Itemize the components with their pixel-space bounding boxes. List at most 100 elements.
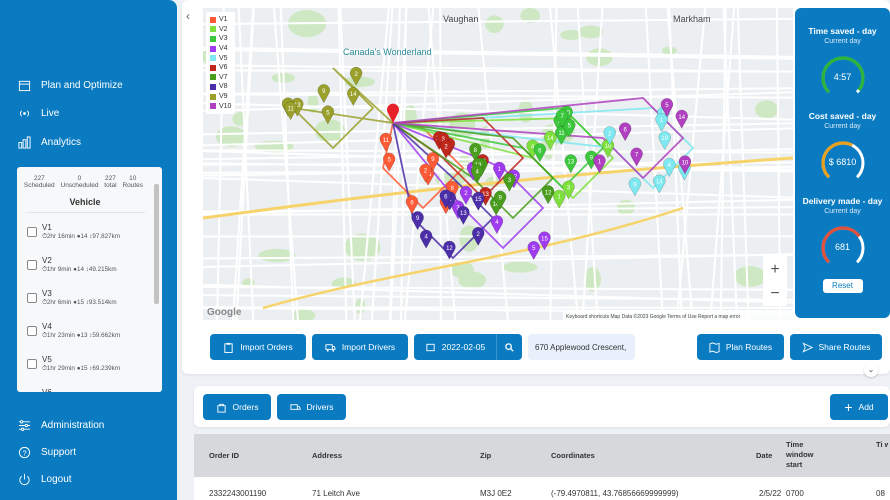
count-label: total bbox=[104, 182, 117, 189]
vehicle-checkbox[interactable] bbox=[27, 326, 37, 336]
pin-label: 11 bbox=[287, 106, 294, 112]
sliders-icon bbox=[18, 420, 31, 431]
nav-analytics[interactable]: Analytics bbox=[18, 136, 81, 149]
map-legend: V1 V2 V3 V4 V5 V6 V7 V8 V9 V10 bbox=[206, 12, 236, 114]
vehicle-distance: 93.514km bbox=[88, 299, 117, 306]
legend-swatch bbox=[210, 26, 216, 33]
drivers-tab[interactable]: Drivers bbox=[277, 394, 346, 420]
nav-plan-and-optimize[interactable]: Plan and Optimize bbox=[18, 79, 123, 92]
pin-label: 13 bbox=[567, 159, 574, 165]
route-map[interactable]: VaughanMarkhamCanada's Wonderland1358291… bbox=[203, 8, 793, 320]
vehicle-stops: 13 bbox=[80, 332, 88, 339]
vehicle-checkbox[interactable] bbox=[27, 293, 37, 303]
park-area bbox=[754, 100, 779, 119]
vehicle-name: V2 bbox=[42, 256, 52, 265]
zoom-out-button[interactable]: − bbox=[770, 285, 779, 302]
vehicle-header: Vehicle bbox=[25, 191, 145, 213]
vehicle-item[interactable]: V2 ⏱1hr 9min ●14 ↕49.215km bbox=[27, 256, 162, 279]
nav-label: Support bbox=[41, 447, 77, 458]
column-header[interactable]: Ti wi en bbox=[876, 440, 888, 450]
add-button[interactable]: + Add bbox=[830, 394, 888, 420]
legend-item: V6 bbox=[210, 63, 231, 73]
zoom-in-button[interactable]: + bbox=[770, 261, 779, 278]
plan-routes-button[interactable]: Plan Routes bbox=[697, 334, 784, 360]
import-orders-button[interactable]: Import Orders bbox=[210, 334, 306, 360]
share-routes-button[interactable]: Share Routes bbox=[790, 334, 882, 360]
plus-icon: + bbox=[844, 399, 853, 415]
legend-swatch bbox=[210, 74, 216, 81]
stat-gauge: $ 6810 bbox=[818, 138, 868, 188]
vehicle-stops: 15 bbox=[80, 365, 88, 372]
vehicle-item[interactable]: V6 bbox=[27, 388, 162, 392]
calendar-icon bbox=[18, 80, 31, 92]
vehicle-checkbox[interactable] bbox=[27, 260, 37, 270]
button-label: Plan Routes bbox=[725, 342, 773, 352]
stat-value: 4:57 bbox=[833, 72, 852, 82]
place-label: Vaughan bbox=[443, 14, 478, 24]
table-cell: 0700 bbox=[786, 489, 804, 498]
legend-swatch bbox=[210, 93, 216, 100]
date-picker[interactable]: 2022-02-05 bbox=[414, 334, 496, 360]
vehicle-time: 1hr 9min bbox=[46, 266, 72, 273]
vehicle-stats: ⏱1hr 29min ●15 ↕69.239km bbox=[42, 365, 120, 373]
vehicle-distance: 49.215km bbox=[88, 266, 117, 273]
vehicle-stats: ⏱2hr 6min ●15 ↕93.514km bbox=[42, 299, 117, 307]
pin-label: 10 bbox=[661, 136, 668, 142]
nav-label: Analytics bbox=[41, 137, 82, 148]
count-label: Scheduled bbox=[23, 182, 55, 189]
help-icon: ? bbox=[18, 446, 31, 459]
place-label: Canada's Wonderland bbox=[343, 47, 432, 57]
legend-item: V5 bbox=[210, 53, 231, 63]
vehicle-checkbox[interactable] bbox=[27, 227, 37, 237]
pin-label: 12 bbox=[446, 246, 453, 252]
legend-label: V5 bbox=[219, 54, 228, 62]
nav-live[interactable]: Live bbox=[18, 107, 59, 120]
table-cell: 71 Leitch Ave bbox=[312, 489, 360, 498]
vehicle-item[interactable]: V4 ⏱1hr 23min ●13 ↕59.662km bbox=[27, 322, 162, 345]
table-cell: 08 bbox=[876, 489, 885, 498]
column-header[interactable]: Coordinates bbox=[551, 451, 671, 461]
column-header[interactable]: Date bbox=[756, 451, 876, 461]
nav-logout[interactable]: Logout bbox=[18, 473, 72, 486]
legend-item: V3 bbox=[210, 34, 231, 44]
table-cell: 2/5/22 bbox=[759, 489, 782, 498]
button-label: Import Drivers bbox=[341, 342, 396, 352]
vehicle-item[interactable]: V3 ⏱2hr 6min ●15 ↕93.514km bbox=[27, 289, 162, 312]
vehicle-time: 2hr 16min bbox=[46, 233, 75, 240]
legend-label: V8 bbox=[219, 83, 228, 91]
legend-item: V4 bbox=[210, 44, 231, 54]
address-input[interactable]: 670 Applewood Crescent, bbox=[528, 334, 635, 360]
calendar-icon bbox=[426, 343, 435, 351]
park-area bbox=[502, 261, 538, 273]
vehicle-name: V1 bbox=[42, 223, 52, 232]
vehicle-checkbox[interactable] bbox=[27, 359, 37, 369]
pin-label: 14 bbox=[678, 115, 685, 121]
orders-tab[interactable]: Orders bbox=[203, 394, 271, 420]
table-cell: (-79.4970811, 43.76856669999999) bbox=[551, 489, 679, 498]
count-label: Routes bbox=[122, 182, 144, 189]
import-drivers-button[interactable]: Import Drivers bbox=[312, 334, 408, 360]
search-button[interactable] bbox=[496, 334, 522, 360]
column-header[interactable]: Time window start bbox=[786, 440, 816, 470]
park-area bbox=[458, 271, 487, 289]
expand-chevron-down-icon[interactable]: ⌄ bbox=[864, 363, 878, 377]
legend-label: V10 bbox=[219, 102, 232, 110]
map-attribution[interactable]: Keyboard shortcuts Map Data ©2023 Google… bbox=[566, 313, 741, 320]
vehicle-panel: 227 Scheduled 0 Unscheduled 227 total 10 Rou… bbox=[17, 167, 162, 392]
sidebar: Plan and Optimize Live Analytics 227 Sche… bbox=[0, 0, 177, 500]
column-header[interactable]: Order ID bbox=[209, 451, 329, 461]
vehicle-item[interactable]: V5 ⏱1hr 29min ●15 ↕69.239km bbox=[27, 355, 162, 378]
legend-item: V10 bbox=[210, 101, 231, 111]
nav-support[interactable]: ? Support bbox=[18, 446, 76, 459]
scrollbar-thumb[interactable] bbox=[154, 184, 159, 304]
collapse-sidebar-chevron-icon[interactable]: ‹ bbox=[186, 9, 190, 23]
column-header[interactable]: Address bbox=[312, 451, 432, 461]
nav-label: Logout bbox=[41, 474, 72, 485]
vehicle-stops: 15 bbox=[76, 299, 84, 306]
nav-administration[interactable]: Administration bbox=[18, 419, 104, 432]
vehicle-item[interactable]: V1 ⏱2hr 16min ●14 ↕97.827km bbox=[27, 223, 162, 246]
legend-item: V1 bbox=[210, 15, 231, 25]
button-label: Import Orders bbox=[240, 342, 293, 352]
pin-label: 14 bbox=[547, 136, 554, 142]
nav-label: Live bbox=[41, 108, 60, 119]
